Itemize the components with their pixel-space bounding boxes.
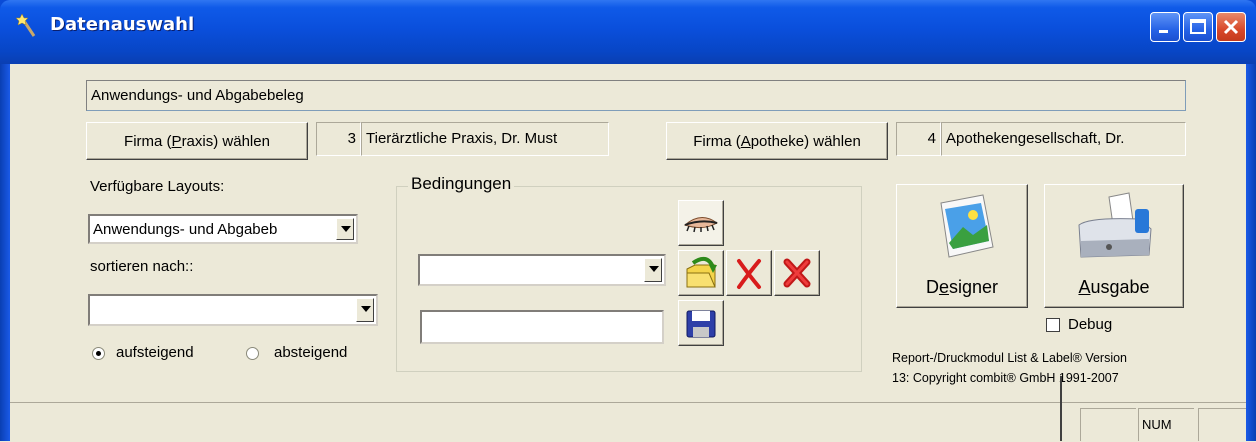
- condition-combobox[interactable]: [418, 254, 666, 286]
- close-button[interactable]: [1216, 12, 1246, 42]
- title-bar[interactable]: Datenauswahl: [0, 0, 1256, 64]
- output-label: Ausgabe: [1045, 277, 1183, 298]
- output-button[interactable]: Ausgabe: [1044, 184, 1184, 308]
- sort-combobox[interactable]: [88, 294, 378, 326]
- pharmacy-id-field: 4: [896, 122, 941, 156]
- chevron-down-icon[interactable]: [644, 258, 662, 282]
- status-panel-3: [1198, 408, 1246, 441]
- pharmacy-button-label-key: A: [740, 133, 751, 150]
- output-label-post: usgabe: [1090, 277, 1150, 297]
- minimize-icon: [1159, 30, 1168, 33]
- close-icon: [1223, 19, 1239, 35]
- status-panel-num: NUM: [1138, 408, 1194, 441]
- condition-text-input[interactable]: [420, 310, 664, 344]
- image-document-icon: [940, 194, 994, 258]
- practice-name-field: Tierärztliche Praxis, Dr. Must: [361, 122, 609, 156]
- practice-id-field: 3: [316, 122, 361, 156]
- eye-icon: [684, 217, 718, 233]
- status-panel-1: [1080, 408, 1136, 441]
- window-title: Datenauswahl: [50, 14, 195, 35]
- layouts-combobox[interactable]: Anwendungs- und Abgabeb: [88, 214, 358, 244]
- practice-button-label-key: P: [171, 133, 182, 150]
- report-name: Anwendungs- und Abgabebeleg: [91, 87, 304, 104]
- pharmacy-name: Apothekengesellschaft, Dr.: [946, 130, 1125, 147]
- descending-radio[interactable]: [246, 347, 259, 360]
- select-practice-button[interactable]: Firma (Praxis) wählen: [86, 122, 308, 160]
- chevron-down-icon[interactable]: [356, 298, 374, 322]
- clear-conditions-button[interactable]: [774, 250, 820, 296]
- report-name-field: Anwendungs- und Abgabebeleg: [86, 80, 1186, 111]
- maximize-icon: [1190, 19, 1206, 34]
- save-condition-button[interactable]: [678, 300, 724, 346]
- layouts-selected: Anwendungs- und Abgabeb: [93, 221, 278, 238]
- designer-button[interactable]: Designer: [896, 184, 1028, 308]
- ascending-radio[interactable]: [92, 347, 105, 360]
- practice-id: 3: [347, 130, 356, 147]
- window-border-left: [0, 64, 10, 441]
- conditions-group-label: Bedingungen: [408, 174, 515, 194]
- debug-label: Debug: [1068, 316, 1113, 333]
- chevron-down-icon[interactable]: [336, 218, 354, 240]
- output-label-key: A: [1078, 277, 1091, 297]
- delete-icon: [737, 259, 761, 289]
- descending-label: absteigend: [274, 344, 348, 361]
- add-condition-button[interactable]: [678, 250, 724, 296]
- maximize-button[interactable]: [1183, 12, 1213, 42]
- wand-icon: [16, 14, 36, 37]
- practice-name: Tierärztliche Praxis, Dr. Must: [366, 130, 558, 147]
- designer-label-pre: D: [925, 277, 939, 297]
- designer-label-post: signer: [948, 277, 999, 297]
- pharmacy-id: 4: [927, 130, 936, 147]
- pharmacy-name-field: Apothekengesellschaft, Dr.: [941, 122, 1186, 156]
- practice-button-label-pre: Firma (: [124, 133, 172, 150]
- sort-label: sortieren nach::: [90, 258, 194, 275]
- folder-arrow-icon: [686, 256, 717, 288]
- num-lock-indicator: NUM: [1142, 417, 1172, 432]
- client-area: Anwendungs- und Abgabebeleg Firma (Praxi…: [10, 64, 1246, 441]
- debug-checkbox[interactable]: [1046, 318, 1060, 332]
- status-divider: [1060, 376, 1062, 441]
- version-line-1: Report-/Druckmodul List & Label® Version: [892, 351, 1128, 365]
- select-pharmacy-button[interactable]: Firma (Apotheke) wählen: [666, 122, 888, 160]
- practice-button-label-post: raxis) wählen: [181, 133, 270, 150]
- window-border-right: [1246, 64, 1256, 441]
- window: Datenauswahl Anwendungs- und Abgabebeleg…: [0, 0, 1256, 441]
- designer-label-key: e: [938, 277, 949, 297]
- minimize-button[interactable]: [1150, 12, 1180, 42]
- designer-label: Designer: [897, 277, 1027, 298]
- remove-condition-button[interactable]: [726, 250, 772, 296]
- version-line-2: 13: Copyright combit® GmbH 1991-2007: [892, 371, 1119, 385]
- view-condition-button[interactable]: [678, 200, 724, 246]
- pharmacy-button-label-post: potheke) wählen: [750, 133, 861, 150]
- pharmacy-button-label-pre: Firma (: [693, 133, 741, 150]
- printer-icon: [1078, 192, 1152, 258]
- clear-icon: [783, 258, 811, 288]
- floppy-disk-icon: [686, 310, 716, 338]
- layouts-label: Verfügbare Layouts:: [90, 178, 225, 195]
- ascending-label: aufsteigend: [116, 344, 194, 361]
